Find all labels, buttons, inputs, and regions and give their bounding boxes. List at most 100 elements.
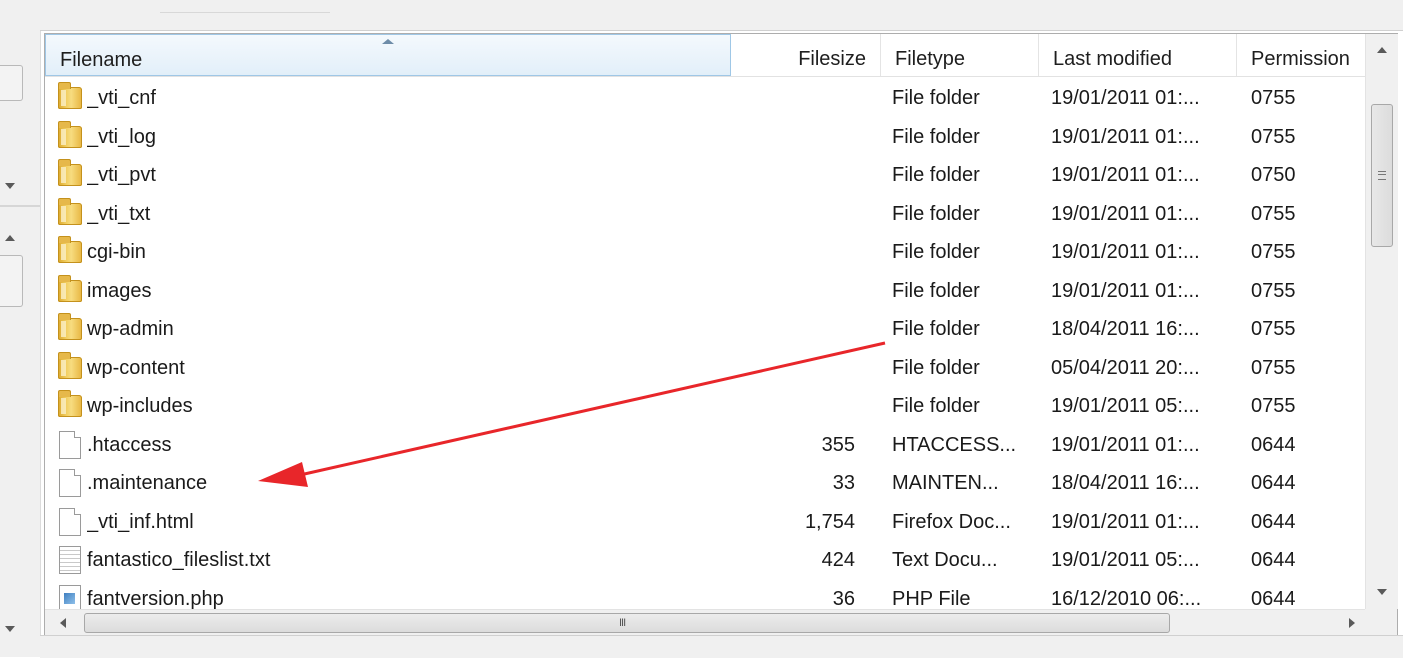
table-row[interactable]: _vti_cnf File folder 19/01/2011 01:... 0755 <box>45 78 1365 116</box>
file-type: File folder <box>892 125 980 148</box>
column-header-permissions[interactable]: Permission <box>1237 34 1365 76</box>
file-name: _vti_pvt <box>87 164 156 186</box>
file-permissions: 0755 <box>1251 125 1296 148</box>
file-name: wp-content <box>87 356 185 379</box>
column-header-filetype[interactable]: Filetype <box>881 34 1039 76</box>
table-row[interactable]: fantastico_fileslist.txt 424 Text Docu... 1… <box>45 540 1365 578</box>
grip-icon: III <box>619 617 626 629</box>
column-header-filename-label: Filename <box>60 49 143 71</box>
table-row[interactable]: wp-content File folder 05/04/2011 20:... 07… <box>45 348 1365 386</box>
file-icon <box>59 469 81 497</box>
column-header-filename[interactable]: Filename <box>45 34 731 76</box>
file-permissions: 0644 <box>1251 433 1296 456</box>
file-permissions: 0750 <box>1251 164 1296 186</box>
table-row[interactable]: _vti_pvt File folder 19/01/2011 01:... 0750 <box>45 155 1365 193</box>
table-row[interactable]: wp-admin File folder 18/04/2011 16:... 0755 <box>45 309 1365 347</box>
file-permissions: 0644 <box>1251 472 1296 494</box>
file-type: MAINTEN... <box>892 472 999 494</box>
file-name: .htaccess <box>87 433 172 456</box>
file-modified: 05/04/2011 20:... <box>1051 356 1200 379</box>
file-name: images <box>87 279 152 302</box>
folder-icon <box>58 120 82 148</box>
folder-icon <box>58 197 82 225</box>
scroll-up-arrow-icon[interactable] <box>5 235 15 241</box>
file-modified: 19/01/2011 01:... <box>1051 125 1200 148</box>
file-type: File folder <box>892 164 980 186</box>
sort-ascending-icon <box>382 39 394 44</box>
vertical-scroll-thumb[interactable] <box>1371 104 1393 247</box>
file-permissions: 0755 <box>1251 202 1296 225</box>
file-modified: 19/01/2011 01:... <box>1051 433 1200 456</box>
splitter[interactable] <box>0 205 40 207</box>
table-row[interactable]: .maintenance 33 MAINTEN... 18/04/2011 16:..… <box>45 463 1365 501</box>
file-modified: 18/04/2011 16:... <box>1051 318 1200 340</box>
file-type: Text Docu... <box>892 549 998 571</box>
horizontal-scroll-thumb[interactable]: III <box>84 613 1170 633</box>
column-header-last-modified-label: Last modified <box>1053 48 1172 70</box>
vertical-scrollbar[interactable] <box>1365 34 1398 609</box>
path-field <box>160 12 330 23</box>
file-size <box>705 386 855 424</box>
text-file-icon <box>59 546 81 574</box>
file-modified: 19/01/2011 01:... <box>1051 279 1200 302</box>
table-row[interactable]: images File folder 19/01/2011 01:... 0755 <box>45 271 1365 309</box>
folder-icon <box>58 274 82 302</box>
file-name: _vti_txt <box>87 202 151 225</box>
table-row[interactable]: _vti_inf.html 1,754 Firefox Doc... 19/01/20… <box>45 502 1365 540</box>
file-type: HTACCESS... <box>892 433 1017 456</box>
table-row[interactable]: wp-includes File folder 19/01/2011 05:... 0… <box>45 386 1365 424</box>
scroll-down-arrow-icon[interactable] <box>5 183 15 189</box>
left-pane-scroll-thumb[interactable] <box>0 65 23 101</box>
folder-icon <box>58 351 82 379</box>
file-size <box>705 309 855 347</box>
file-modified: 19/01/2011 01:... <box>1051 87 1200 109</box>
column-header-filesize-label: Filesize <box>798 48 866 70</box>
column-header-filetype-label: Filetype <box>895 48 966 70</box>
file-modified: 19/01/2011 01:... <box>1051 202 1200 225</box>
file-modified: 19/01/2011 05:... <box>1051 549 1200 571</box>
scroll-right-arrow-icon[interactable] <box>1349 618 1355 628</box>
file-size: 1,754 <box>804 510 855 533</box>
file-size <box>705 117 855 155</box>
file-name: fantastico_fileslist.txt <box>87 549 271 571</box>
horizontal-scrollbar[interactable]: III <box>45 609 1365 636</box>
file-permissions: 0755 <box>1251 279 1296 302</box>
file-type: File folder <box>892 356 980 379</box>
scrollbar-corner <box>1365 609 1397 635</box>
folder-icon <box>58 390 82 417</box>
file-icon <box>59 430 81 459</box>
file-modified: 19/01/2011 01:... <box>1051 241 1200 263</box>
file-size <box>705 155 855 193</box>
file-permissions: 0755 <box>1251 87 1296 109</box>
file-size <box>705 78 855 116</box>
scroll-left-arrow-icon[interactable] <box>60 618 66 628</box>
table-row[interactable]: cgi-bin File folder 19/01/2011 01:... 0755 <box>45 232 1365 270</box>
file-permissions: 0755 <box>1251 318 1296 340</box>
grip-icon <box>1378 171 1386 180</box>
file-type: File folder <box>892 202 980 225</box>
table-row[interactable]: .htaccess 355 HTACCESS... 19/01/2011 01:...… <box>45 425 1365 463</box>
file-size: 33 <box>832 472 855 494</box>
scroll-down-arrow-icon[interactable] <box>1377 589 1387 595</box>
file-type: Firefox Doc... <box>892 510 1011 533</box>
scroll-up-arrow-icon[interactable] <box>1377 47 1387 53</box>
column-header-filesize[interactable]: Filesize <box>731 34 881 76</box>
remote-file-list: Filename Filesize Filetype Last modified… <box>44 33 1398 636</box>
file-type: File folder <box>892 318 980 340</box>
column-header-last-modified[interactable]: Last modified <box>1039 34 1237 76</box>
file-size <box>705 232 855 270</box>
scroll-down-arrow-icon-2[interactable] <box>5 626 15 632</box>
table-row[interactable]: _vti_txt File folder 19/01/2011 01:... 0755 <box>45 194 1365 232</box>
file-type: File folder <box>892 279 980 302</box>
table-row[interactable]: _vti_log File folder 19/01/2011 01:... 0755 <box>45 117 1365 155</box>
file-name: _vti_log <box>87 125 156 148</box>
file-size <box>705 271 855 309</box>
file-icon <box>59 507 81 536</box>
file-modified: 18/04/2011 16:... <box>1051 472 1200 494</box>
left-pane-scroll-thumb-2[interactable] <box>0 255 23 307</box>
column-header-permissions-label: Permission <box>1251 48 1350 70</box>
file-size: 424 <box>821 549 855 571</box>
file-name: wp-admin <box>87 318 174 340</box>
bottom-status-strip <box>40 635 1403 658</box>
file-name: _vti_cnf <box>87 87 156 109</box>
